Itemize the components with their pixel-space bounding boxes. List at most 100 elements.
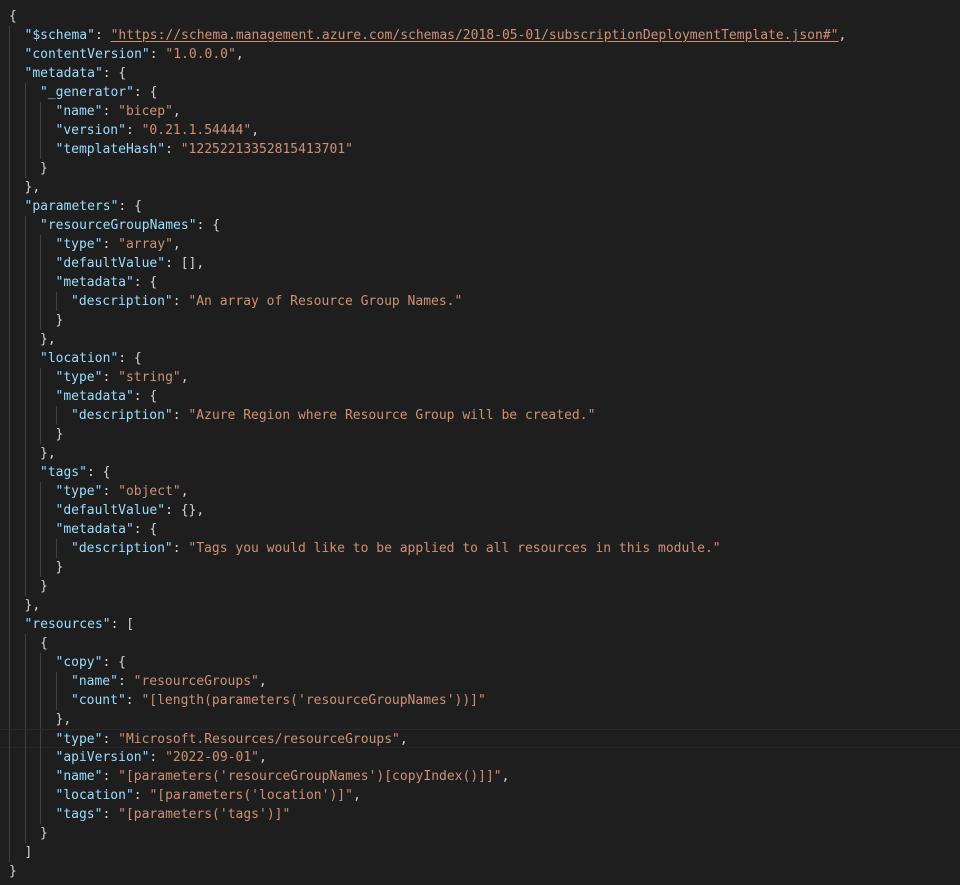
code-line[interactable]: "apiVersion": "2022-09-01", (0, 748, 960, 767)
json-key: "tags" (40, 465, 87, 480)
code-line[interactable]: }, (0, 710, 960, 729)
indent-guide (9, 368, 10, 387)
json-punctuation: : (102, 769, 119, 784)
json-punctuation: : [], (165, 256, 205, 271)
indent-guide (24, 311, 26, 330)
code-line[interactable]: "metadata": { (0, 64, 960, 83)
indent-guide (9, 824, 10, 843)
code-line-text: } (40, 159, 48, 178)
code-line[interactable]: "location": "[parameters('location')]", (0, 786, 960, 805)
indent-guide (9, 463, 10, 482)
json-punctuation: : { (133, 522, 158, 537)
code-line[interactable]: } (0, 577, 960, 596)
code-line[interactable]: "resourceGroupNames": { (0, 216, 960, 235)
code-line[interactable]: }, (0, 596, 960, 615)
code-line[interactable]: "metadata": { (0, 387, 960, 406)
code-line[interactable]: }, (0, 178, 960, 197)
code-line[interactable]: "$schema": "https://schema.management.az… (0, 26, 960, 45)
json-punctuation: , (172, 237, 181, 252)
indent-guide (40, 786, 41, 805)
code-line[interactable]: "metadata": { (0, 273, 960, 292)
code-line[interactable]: }, (0, 444, 960, 463)
code-line[interactable]: "type": "string", (0, 368, 960, 387)
code-line-text: "templateHash": "12252213352815413701" (56, 140, 353, 159)
code-line-text: "metadata": { (56, 273, 158, 292)
code-line[interactable]: "resources": [ (0, 615, 960, 634)
indent-guide (9, 140, 10, 159)
indent-guide (9, 26, 10, 45)
indent-guide (40, 805, 41, 824)
code-line[interactable]: "description": "Tags you would like to b… (0, 539, 960, 558)
json-punctuation: : (102, 104, 119, 119)
indent-guide (24, 539, 26, 558)
code-line[interactable]: "name": "[parameters('resourceGroupNames… (0, 767, 960, 786)
indent-guide (24, 349, 26, 368)
code-line-text: }, (40, 330, 56, 349)
code-line[interactable]: ] (0, 843, 960, 862)
code-line[interactable]: } (0, 425, 960, 444)
json-punctuation: : (172, 541, 189, 556)
indent-guide (9, 482, 10, 501)
indent-guide (9, 748, 10, 767)
indent-guide (9, 102, 10, 121)
code-line[interactable]: } (0, 311, 960, 330)
code-line[interactable]: "tags": "[parameters('tags')]" (0, 805, 960, 824)
code-line[interactable]: } (0, 159, 960, 178)
code-line[interactable]: } (0, 558, 960, 577)
indent-guide (40, 406, 41, 425)
code-line[interactable]: "type": "array", (0, 235, 960, 254)
json-string: "12252213352815413701" (180, 142, 353, 157)
json-punctuation: : { (196, 218, 221, 233)
indent-guide (9, 577, 10, 596)
json-punctuation: : { (118, 199, 142, 214)
code-line[interactable]: "description": "An array of Resource Gro… (0, 292, 960, 311)
json-punctuation: : (172, 294, 189, 309)
indent-guide (40, 254, 41, 273)
json-punctuation: : [ (110, 617, 135, 632)
code-line[interactable]: "name": "bicep", (0, 102, 960, 121)
json-punctuation: : (165, 142, 181, 157)
code-line[interactable]: "defaultValue": {}, (0, 501, 960, 520)
code-line-text: "name": "[parameters('resourceGroupNames… (56, 767, 510, 786)
indent-guide (9, 235, 10, 254)
indent-guide (9, 216, 10, 235)
json-punctuation: , (501, 769, 510, 784)
code-line[interactable]: }, (0, 330, 960, 349)
indent-guide (9, 653, 10, 672)
json-string[interactable]: "https://schema.management.azure.com/sch… (111, 28, 839, 43)
code-line[interactable]: "templateHash": "12252213352815413701" (0, 140, 960, 159)
code-line[interactable]: "description": "Azure Region where Resou… (0, 406, 960, 425)
json-string: "Tags you would like to be applied to al… (188, 541, 721, 556)
json-punctuation: } (9, 864, 17, 879)
code-line[interactable]: } (0, 824, 960, 843)
code-line[interactable]: "copy": { (0, 653, 960, 672)
code-line[interactable]: "parameters": { (0, 197, 960, 216)
code-line[interactable]: "type": "object", (0, 482, 960, 501)
code-editor[interactable]: { "$schema": "https://schema.management.a… (0, 0, 960, 885)
code-line-text: }, (25, 178, 41, 197)
code-line[interactable]: "version": "0.21.1.54444", (0, 121, 960, 140)
json-punctuation: { (9, 9, 17, 24)
code-line[interactable]: "metadata": { (0, 520, 960, 539)
code-line[interactable]: { (0, 634, 960, 653)
code-line[interactable]: "count": "[length(parameters('resourceGr… (0, 691, 960, 710)
json-key: "type" (55, 237, 103, 252)
json-punctuation: : (94, 28, 111, 43)
code-line[interactable]: "location": { (0, 349, 960, 368)
code-line[interactable]: "type": "Microsoft.Resources/resourceGro… (0, 729, 960, 749)
indent-guide (9, 805, 10, 824)
json-key: "name" (55, 769, 103, 784)
code-line[interactable]: "contentVersion": "1.0.0.0", (0, 45, 960, 64)
json-string: "[length(parameters('resourceGroupNames'… (141, 693, 486, 708)
code-line[interactable]: "tags": { (0, 463, 960, 482)
json-punctuation: : (102, 237, 119, 252)
code-line-text: "resourceGroupNames": { (40, 216, 220, 235)
code-line[interactable]: "_generator": { (0, 83, 960, 102)
code-line[interactable]: { (0, 7, 960, 26)
code-line[interactable]: "defaultValue": [], (0, 254, 960, 273)
json-key: "version" (55, 123, 126, 138)
code-line[interactable]: } (0, 862, 960, 881)
code-line[interactable]: "name": "resourceGroups", (0, 672, 960, 691)
indent-guide (24, 710, 26, 729)
code-line-text: "_generator": { (40, 83, 157, 102)
